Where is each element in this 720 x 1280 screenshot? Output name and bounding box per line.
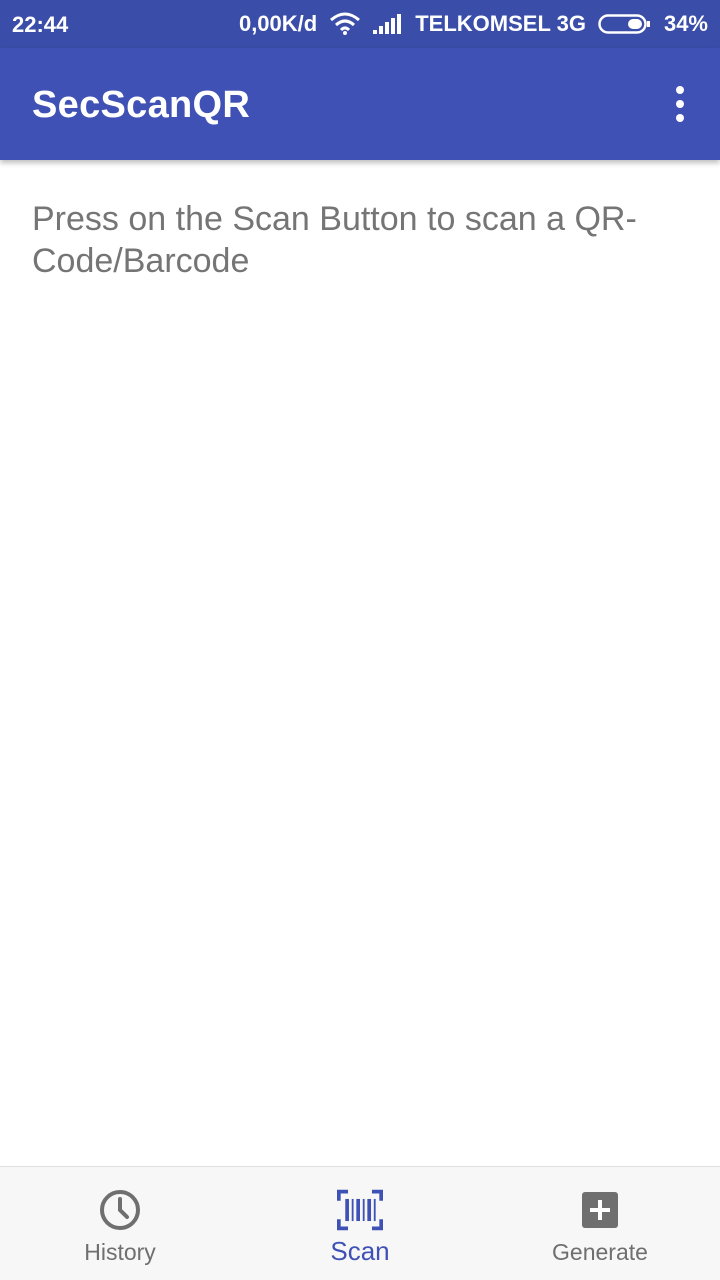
signal-icon [373,14,403,34]
nav-item-generate[interactable]: Generate [480,1167,720,1280]
nav-label-scan: Scan [330,1236,390,1266]
nav-label-generate: Generate [552,1239,648,1265]
app-bar: SecScanQR [0,48,720,160]
nav-item-scan[interactable]: Scan [240,1167,480,1280]
screen: 22:44 0,00K/d TELKOMSEL 3G 34% SecScanQR… [0,0,720,1280]
barcode-scan-icon [337,1187,383,1233]
history-icon [97,1187,143,1233]
battery-icon [598,13,652,35]
scan-instruction-text: Press on the Scan Button to scan a QR-Co… [32,200,637,280]
status-bar: 22:44 0,00K/d TELKOMSEL 3G 34% [0,0,720,48]
network-speed: 0,00K/d [238,11,318,36]
status-right: 0,00K/d TELKOMSEL 3G 34% [239,0,708,48]
bottom-navigation: History Scan Generate [0,1166,720,1280]
more-vert-icon [676,86,684,94]
more-options-button[interactable] [664,82,696,126]
carrier-name: TELKOMSEL 3G [415,11,586,36]
app-title: SecScanQR [32,84,251,126]
wifi-icon [329,12,361,36]
nav-label-history: History [84,1239,156,1265]
nav-item-history[interactable]: History [0,1167,240,1280]
add-box-icon [577,1187,623,1233]
main-content: Press on the Scan Button to scan a QR-Co… [0,160,720,1166]
status-time: 22:44 [12,12,69,37]
battery-percent: 34% [663,11,708,36]
